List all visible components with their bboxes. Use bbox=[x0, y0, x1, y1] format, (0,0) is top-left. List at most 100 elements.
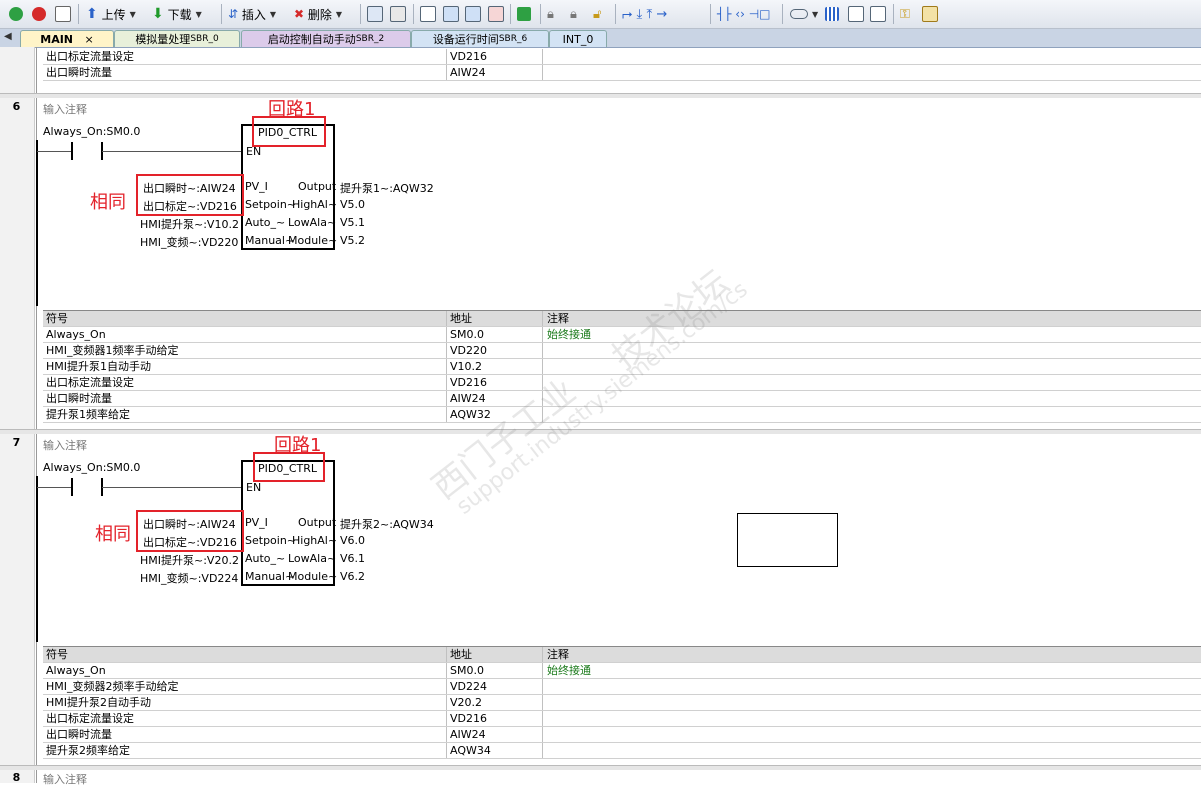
output-var[interactable]: 提升泵2~:AQW34 bbox=[340, 516, 434, 532]
col-comment: 注释 bbox=[542, 647, 1147, 662]
tab-main[interactable]: MAIN × bbox=[20, 30, 114, 47]
chart-status-button[interactable] bbox=[390, 5, 406, 23]
close-icon[interactable]: × bbox=[85, 33, 94, 46]
window-close-icon bbox=[488, 6, 504, 22]
col-address: 地址 bbox=[446, 311, 546, 326]
go-button[interactable] bbox=[517, 5, 531, 23]
input-pin: Setpoin~ bbox=[245, 534, 297, 547]
tab-sbr2-label: 启动控制自动手动 bbox=[267, 33, 356, 46]
comment-cell bbox=[542, 711, 1147, 726]
output-var[interactable]: 提升泵1~:AQW32 bbox=[340, 180, 434, 196]
output-var[interactable]: V6.0 bbox=[340, 534, 365, 547]
input-pin: Manual~ bbox=[245, 570, 295, 583]
tab-sbr6[interactable]: 设备运行时间 SBR_6 bbox=[411, 30, 549, 47]
tab-sbr0[interactable]: 模拟量处理 SBR_0 bbox=[114, 30, 240, 47]
network-comment[interactable]: 输入注释 bbox=[43, 437, 87, 453]
table-row[interactable]: 出口瞬时流量 AIW24 bbox=[43, 727, 1201, 743]
tab-sbr2[interactable]: 启动控制自动手动 SBR_2 bbox=[241, 30, 411, 47]
insert-button[interactable]: ⇵ 插入 ▼ bbox=[228, 5, 276, 23]
contact-icon: ┤├ bbox=[717, 7, 732, 21]
table-row[interactable]: 出口瞬时流量 AIW24 bbox=[43, 65, 1201, 81]
col-address: 地址 bbox=[446, 647, 546, 662]
table-row[interactable]: HMI提升泵2自动手动 V20.2 bbox=[43, 695, 1201, 711]
key-button[interactable]: ⚿ bbox=[900, 5, 910, 23]
window-button-4[interactable] bbox=[488, 5, 504, 23]
network-comment[interactable]: 输入注释 bbox=[43, 101, 87, 117]
annotation-box-inputs bbox=[136, 510, 244, 552]
edit-button[interactable] bbox=[848, 5, 864, 23]
network-number: 7 bbox=[12, 436, 21, 449]
table-row[interactable]: Always_On SM0.0 始终接通 bbox=[43, 663, 1201, 679]
network-comment[interactable]: 输入注释 bbox=[43, 771, 87, 787]
lock-button-2[interactable]: 🔒︎ bbox=[570, 5, 577, 23]
upload-button[interactable]: ⬆ 上传 ▼ bbox=[86, 5, 136, 23]
input-pin: PV_I bbox=[245, 516, 268, 529]
table-row[interactable]: 提升泵2频率给定 AQW34 bbox=[43, 743, 1201, 759]
comment-cell bbox=[542, 391, 1147, 406]
address-cell: VD216 bbox=[446, 49, 546, 64]
upload-icon: ⬆ bbox=[86, 6, 98, 22]
symbol-cell: HMI_变频器1频率手动给定 bbox=[46, 344, 179, 357]
contact-symbol[interactable] bbox=[71, 142, 73, 160]
output-var[interactable]: V6.1 bbox=[340, 552, 365, 565]
input-pin: Auto_~ bbox=[245, 216, 286, 229]
lock-button-1[interactable]: 🔒︎ bbox=[547, 5, 554, 23]
output-pin: LowAla~ bbox=[288, 216, 337, 229]
output-var[interactable]: V5.0 bbox=[340, 198, 365, 211]
window-back-icon bbox=[443, 6, 459, 22]
address-cell: SM0.0 bbox=[446, 327, 546, 342]
stop-button[interactable] bbox=[32, 5, 46, 23]
clipboard-button[interactable] bbox=[922, 5, 938, 23]
ladder-branch-buttons[interactable]: ⮣ ⤓ ⤒ → bbox=[622, 5, 667, 23]
download-button[interactable]: ⬇ 下载 ▼ bbox=[152, 5, 202, 23]
table-header: 符号 地址 注释 bbox=[43, 647, 1201, 663]
input-var[interactable]: HMI_变频~:VD220 bbox=[140, 234, 238, 250]
download-label: 下载 bbox=[167, 7, 192, 22]
delete-button[interactable]: ✖ 删除 ▼ bbox=[294, 5, 342, 23]
program-status-button[interactable] bbox=[367, 5, 383, 23]
col-symbol: 符号 bbox=[46, 648, 68, 661]
ladder-element-buttons[interactable]: ┤├ ‹› ⊣□ bbox=[717, 5, 771, 23]
symbol-cell: 出口标定流量设定 bbox=[46, 712, 134, 725]
delete-label: 删除 bbox=[307, 7, 332, 22]
tab-sbr0-suffix: SBR_0 bbox=[190, 34, 219, 44]
output-var[interactable]: V5.2 bbox=[340, 234, 365, 247]
symbol-table-previous: 出口标定流量设定 VD216 出口瞬时流量 AIW24 bbox=[43, 49, 1201, 81]
output-pin: HighAl~ bbox=[292, 198, 338, 211]
line-right-icon: → bbox=[656, 6, 668, 22]
run-button[interactable] bbox=[9, 5, 23, 23]
note-button[interactable] bbox=[870, 5, 886, 23]
symbol-cell: HMI_变频器2频率手动给定 bbox=[46, 680, 179, 693]
address-cell: VD224 bbox=[446, 679, 546, 694]
table-row[interactable]: 提升泵1频率给定 AQW32 bbox=[43, 407, 1201, 423]
en-pin: EN bbox=[246, 481, 262, 494]
input-pin: PV_I bbox=[245, 180, 268, 193]
table-row[interactable]: 出口标定流量设定 VD216 bbox=[43, 49, 1201, 65]
input-var[interactable]: HMI提升泵~:V10.2 bbox=[140, 216, 239, 232]
window-button-3[interactable] bbox=[465, 5, 481, 23]
table-button[interactable] bbox=[825, 5, 839, 23]
table-icon bbox=[825, 7, 839, 21]
symbol-cell: 提升泵2频率给定 bbox=[46, 744, 130, 757]
output-var[interactable]: V6.2 bbox=[340, 570, 365, 583]
tab-scroll-left-icon[interactable]: ◀ bbox=[4, 31, 12, 42]
toggle-button[interactable]: ▼ bbox=[790, 5, 818, 23]
table-row[interactable]: HMI_变频器2频率手动给定 VD224 bbox=[43, 679, 1201, 695]
input-var[interactable]: HMI_变频~:VD224 bbox=[140, 570, 238, 586]
lock-icon: 🔒︎ bbox=[547, 6, 554, 22]
compile-button[interactable] bbox=[55, 5, 71, 23]
symbol-cell: 出口瞬时流量 bbox=[46, 728, 112, 741]
address-cell: AIW24 bbox=[446, 65, 546, 80]
output-var[interactable]: V5.1 bbox=[340, 216, 365, 229]
edit-icon bbox=[848, 6, 864, 22]
contact-symbol[interactable] bbox=[71, 478, 73, 496]
window-button-1[interactable] bbox=[420, 5, 436, 23]
table-row[interactable]: 出口标定流量设定 VD216 bbox=[43, 711, 1201, 727]
lock-button-3[interactable]: 🔓︎ bbox=[593, 5, 601, 23]
selection-rectangle bbox=[737, 513, 838, 567]
window-icon bbox=[420, 6, 436, 22]
input-pin: Manual~ bbox=[245, 234, 295, 247]
tab-int0[interactable]: INT_0 bbox=[549, 30, 607, 47]
input-var[interactable]: HMI提升泵~:V20.2 bbox=[140, 552, 239, 568]
window-button-2[interactable] bbox=[443, 5, 459, 23]
